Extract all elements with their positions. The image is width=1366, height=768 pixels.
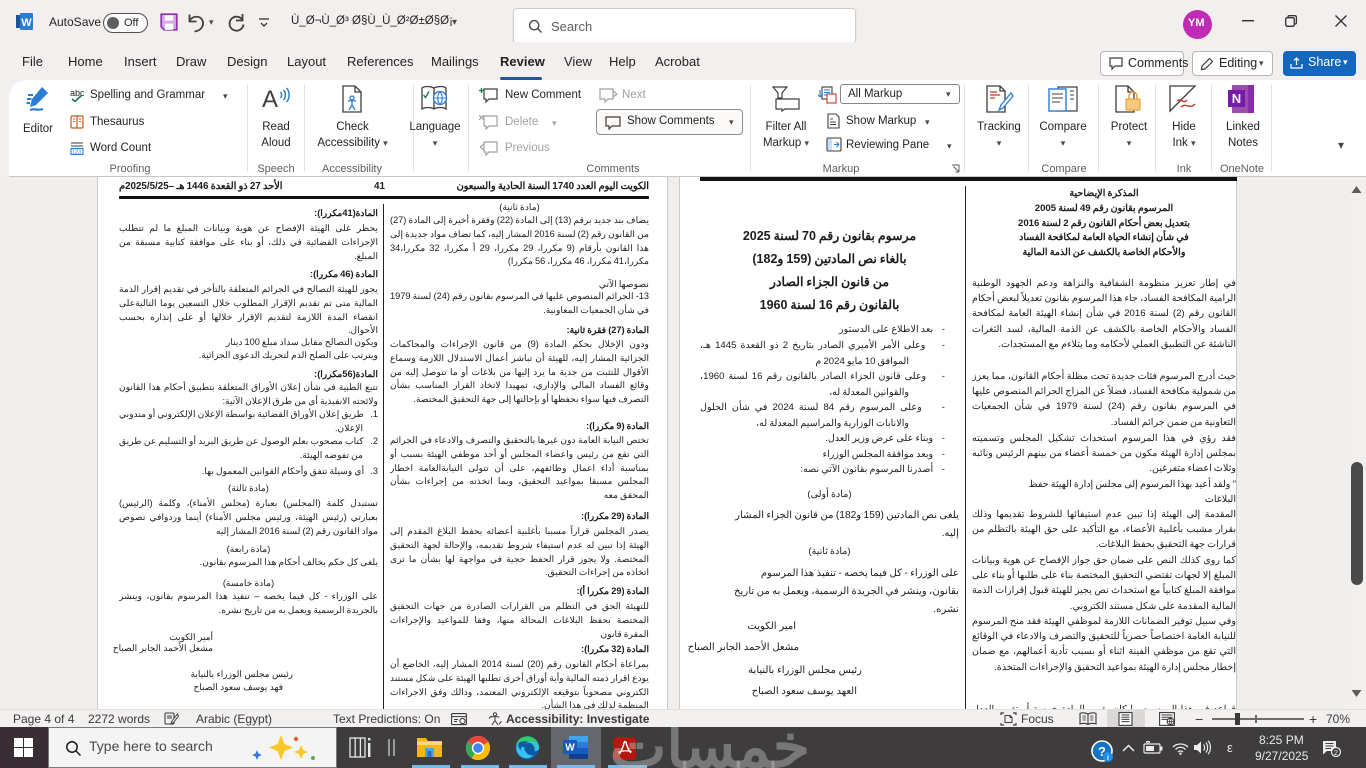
svg-text:abc: abc (70, 88, 84, 98)
svg-text:i: i (1107, 755, 1109, 762)
svg-text:A: A (262, 86, 278, 113)
svg-text:123: 123 (72, 150, 81, 155)
svg-text:W: W (565, 743, 575, 754)
svg-text:N: N (1232, 91, 1241, 106)
svg-text:W: W (21, 17, 32, 29)
svg-text:2: 2 (1334, 748, 1338, 757)
